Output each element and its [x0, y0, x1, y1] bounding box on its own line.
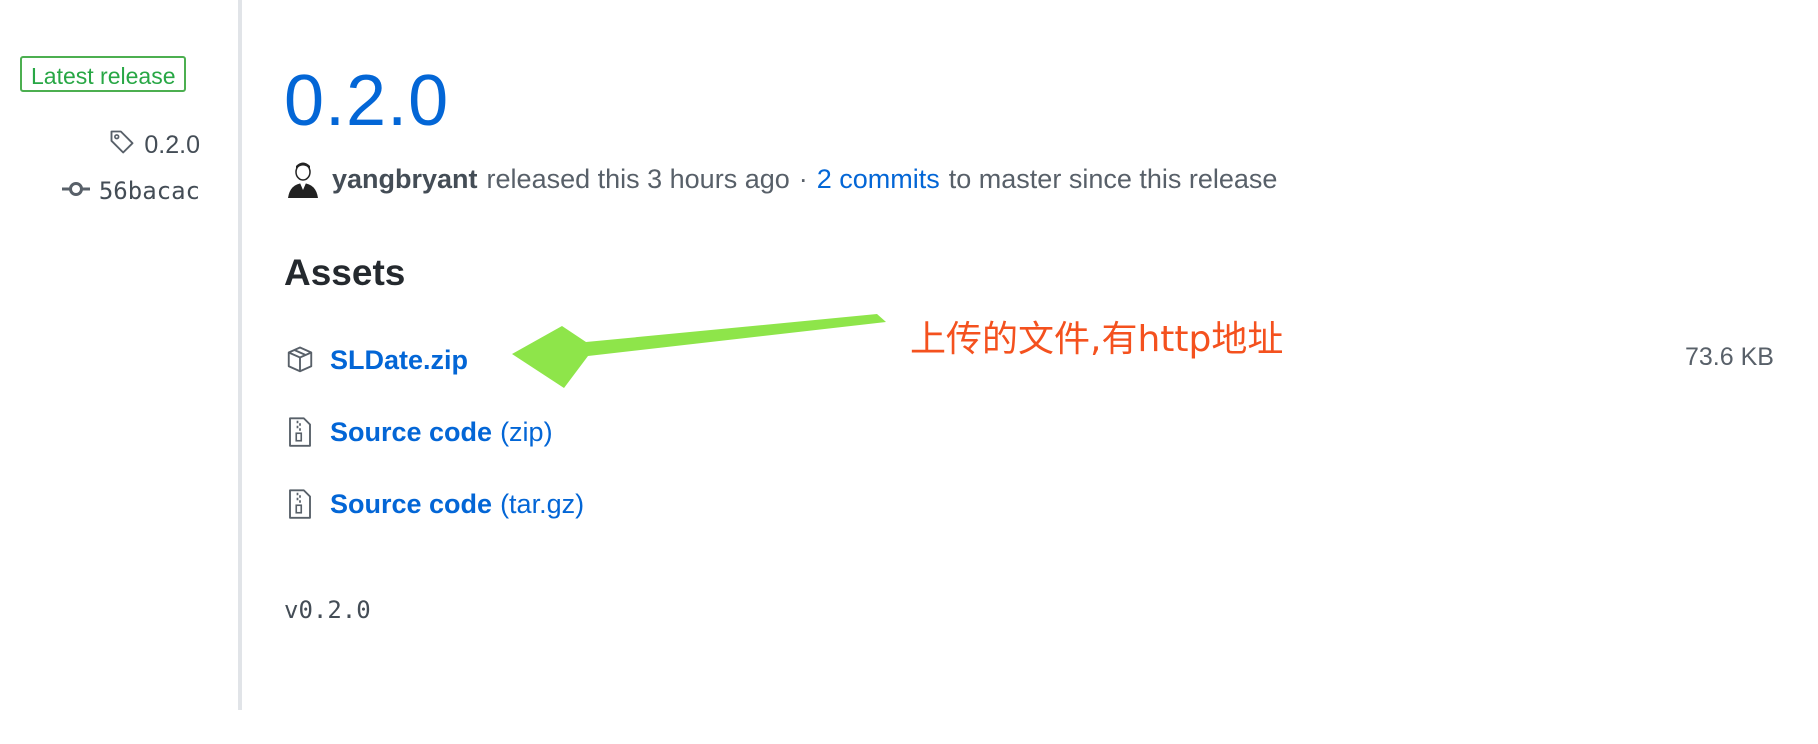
tag-icon	[108, 128, 136, 163]
asset-format[interactable]: (zip)	[500, 417, 553, 448]
asset-name[interactable]: Source code	[330, 417, 492, 448]
column-divider	[238, 0, 242, 710]
file-zip-icon	[284, 416, 316, 448]
release-meta-sidebar: Latest release 0.2.0 56bacac	[0, 0, 240, 744]
byline-separator: ·	[798, 163, 808, 194]
release-title-link[interactable]: 0.2.0	[284, 58, 449, 144]
commit-sha: 56bacac	[98, 176, 200, 205]
commits-since-suffix: to master since this release	[948, 163, 1278, 194]
file-zip-icon	[284, 488, 316, 520]
annotation-callout: 上传的文件,有http地址	[910, 319, 1284, 360]
assets-heading: Assets	[284, 252, 406, 293]
author-avatar[interactable]	[284, 160, 322, 198]
release-byline: yangbryant released this 3 hours ago · 2…	[284, 160, 1277, 198]
annotation-arrow	[512, 314, 886, 388]
commits-since-link[interactable]: 2 commits	[817, 164, 940, 195]
author-name-link[interactable]: yangbryant	[332, 164, 478, 195]
asset-row-source-zip[interactable]: Source code (zip)	[284, 416, 553, 448]
asset-size: 73.6 KB	[1685, 343, 1774, 371]
commit-link[interactable]: 56bacac	[61, 176, 200, 205]
asset-name[interactable]: SLDate.zip	[330, 345, 468, 376]
release-notes-body: v0.2.0	[284, 596, 371, 624]
released-time: released this 3 hours ago	[486, 163, 790, 194]
latest-release-badge: Latest release	[20, 56, 187, 92]
git-commit-icon	[61, 176, 91, 205]
tag-link[interactable]: 0.2.0	[108, 128, 200, 163]
asset-format[interactable]: (tar.gz)	[500, 489, 584, 520]
asset-row-sldate-zip[interactable]: SLDate.zip	[284, 344, 468, 376]
package-icon	[284, 344, 316, 376]
asset-row-source-targz[interactable]: Source code (tar.gz)	[284, 488, 584, 520]
asset-name[interactable]: Source code	[330, 489, 492, 520]
tag-name: 0.2.0	[144, 131, 200, 159]
release-page: Latest release 0.2.0 56bacac 0.2.0 yangb…	[0, 0, 1818, 744]
